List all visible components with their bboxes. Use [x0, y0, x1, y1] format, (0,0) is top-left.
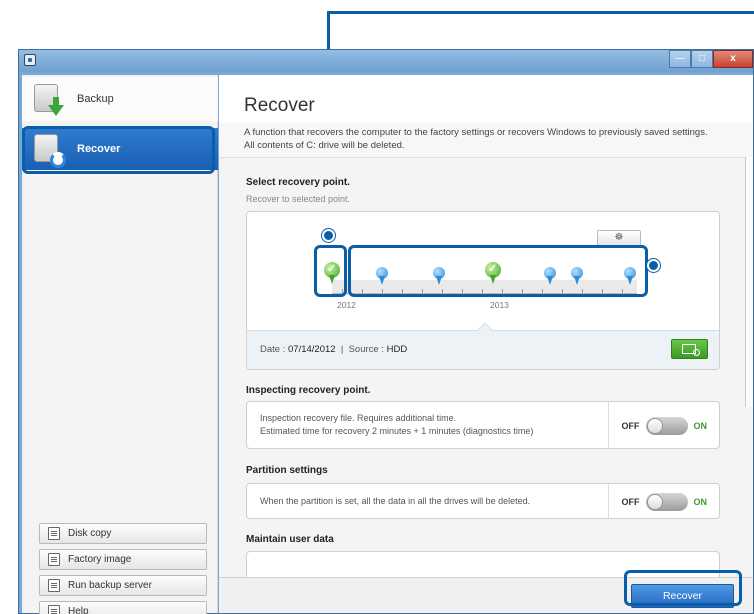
highlight-sidebar-recover — [22, 126, 215, 174]
toggle-switch[interactable] — [645, 493, 688, 511]
source-value: HDD — [386, 344, 408, 355]
highlight-recover-button — [624, 570, 742, 606]
title-bar: — □ x — [19, 50, 753, 72]
callout-dot-right — [647, 259, 660, 272]
window-controls: — □ x — [669, 50, 753, 68]
callout-line-top-horizontal — [327, 11, 754, 14]
factory-image-icon — [48, 553, 60, 566]
maximize-button[interactable]: □ — [691, 50, 713, 68]
factory-image-button[interactable]: Factory image — [39, 549, 207, 570]
help-label: Help — [68, 606, 89, 614]
recovery-point-details: Date : 07/14/2012 | Source : HDD — [247, 322, 719, 369]
minimize-button[interactable]: — — [669, 50, 691, 68]
info-separator: | — [340, 344, 344, 355]
date-label: Date : — [260, 344, 286, 355]
globe-icon[interactable]: ☸ — [597, 230, 641, 246]
page-title: Recover — [244, 95, 315, 116]
help-icon — [48, 605, 60, 614]
year-label-2013: 2013 — [490, 300, 509, 310]
toggle-off-label: OFF — [621, 497, 640, 507]
highlight-selected-point — [314, 245, 347, 297]
partition-description: When the partition is set, all the data … — [260, 496, 531, 506]
factory-image-label: Factory image — [68, 554, 132, 565]
toggle-off-label: OFF — [621, 421, 640, 431]
partition-toggle[interactable]: OFF ON — [621, 493, 708, 511]
inspecting-option: Inspection recovery file. Requires addit… — [246, 401, 720, 449]
recovery-point-title: Select recovery point. — [246, 177, 350, 188]
disk-copy-button[interactable]: Disk copy — [39, 523, 207, 544]
description-line-1: A function that recovers the computer to… — [244, 127, 708, 138]
callout-dot-top — [322, 229, 335, 242]
backup-disk-icon — [32, 82, 64, 116]
maintain-user-data-title: Maintain user data — [246, 534, 334, 545]
sidebar-item-backup[interactable]: Backup — [22, 77, 218, 121]
scrollbar[interactable] — [745, 157, 753, 407]
backup-server-icon — [48, 579, 60, 592]
inspecting-line-2: Estimated time for recovery 2 minutes + … — [260, 426, 534, 436]
recovery-point-info: Date : 07/14/2012 | Source : HDD — [260, 344, 407, 355]
inspecting-toggle[interactable]: OFF ON — [621, 417, 708, 435]
page-description: A function that recovers the computer to… — [244, 126, 744, 152]
partition-option: When the partition is set, all the data … — [246, 483, 720, 519]
toggle-on-label: ON — [693, 421, 708, 431]
year-label-2012: 2012 — [337, 300, 356, 310]
highlight-timeline — [348, 245, 648, 297]
inspecting-description: Inspection recovery file. Requires addit… — [260, 412, 533, 438]
source-label: Source : — [348, 344, 384, 355]
toggle-switch[interactable] — [645, 417, 688, 435]
recovery-point-subtitle: Recover to selected point. — [246, 194, 351, 204]
partition-title: Partition settings — [246, 465, 328, 476]
close-button[interactable]: x — [713, 50, 753, 68]
app-icon — [24, 54, 36, 66]
inspecting-title: Inspecting recovery point. — [246, 385, 371, 396]
disk-copy-icon — [48, 527, 60, 540]
sidebar-item-label: Backup — [77, 93, 114, 105]
disk-copy-label: Disk copy — [68, 528, 112, 539]
toggle-on-label: ON — [693, 497, 708, 507]
description-line-2: All contents of C: drive will be deleted… — [244, 140, 405, 151]
pointer-notch — [476, 322, 494, 340]
inspecting-line-1: Inspection recovery file. Requires addit… — [260, 413, 457, 423]
date-value: 07/14/2012 — [288, 344, 336, 355]
run-backup-server-label: Run backup server — [68, 580, 152, 591]
main-panel: Recover A function that recovers the com… — [219, 75, 753, 613]
help-button[interactable]: Help — [39, 601, 207, 614]
inspect-search-button[interactable] — [671, 339, 708, 359]
run-backup-server-button[interactable]: Run backup server — [39, 575, 207, 596]
